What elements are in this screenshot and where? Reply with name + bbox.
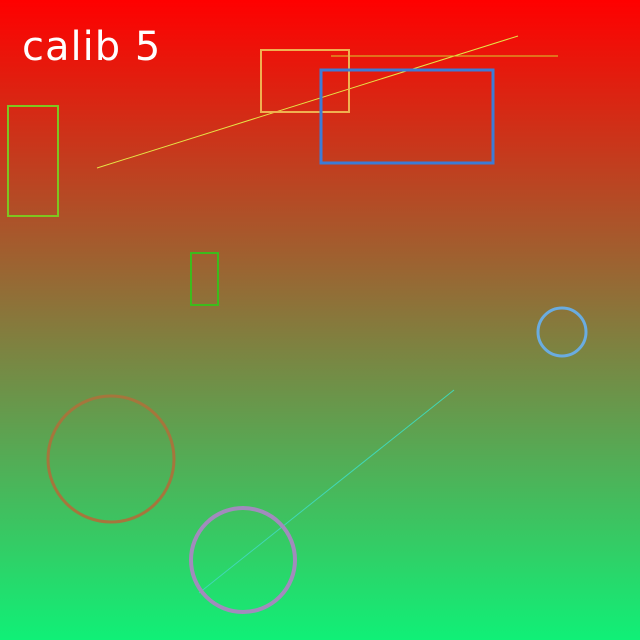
calibration-canvas: calib 5 — [0, 0, 640, 640]
canvas-title: calib 5 — [22, 24, 162, 70]
calibration-drawing — [0, 0, 640, 640]
